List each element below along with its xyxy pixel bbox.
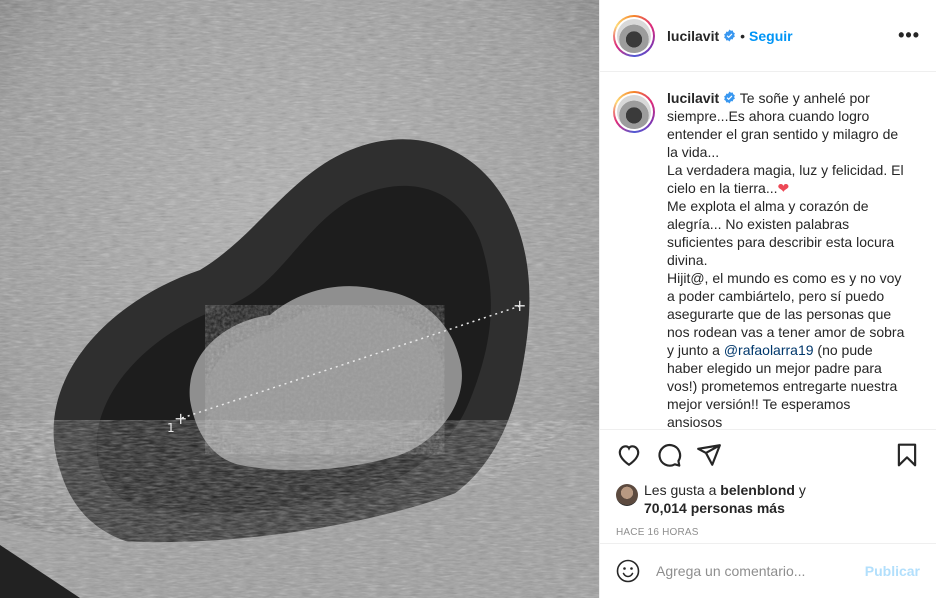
save-icon[interactable] (894, 442, 920, 468)
publish-button[interactable]: Publicar (865, 563, 920, 579)
liker-avatar[interactable] (616, 484, 638, 506)
svg-text:1: 1 (167, 421, 175, 435)
emoji-icon[interactable] (616, 559, 640, 583)
comment-bar: Publicar (600, 543, 936, 598)
svg-text:+: + (513, 296, 526, 315)
post-image[interactable]: + + 1 (0, 0, 599, 598)
heart-icon[interactable] (616, 442, 642, 468)
liker-username[interactable]: belenblond (720, 482, 795, 498)
author-username[interactable]: lucilavit (667, 28, 719, 44)
comment-input[interactable] (656, 563, 856, 579)
caption-text: lucilavit Te soñe y anhelé por siempre..… (667, 89, 909, 429)
verified-icon (724, 29, 736, 42)
caption-avatar[interactable] (613, 91, 655, 133)
comment-icon[interactable] (656, 442, 682, 468)
author-avatar[interactable] (613, 14, 655, 57)
more-options-button[interactable]: ••• (898, 25, 920, 46)
follow-button[interactable]: Seguir (749, 28, 793, 44)
svg-text:+: + (174, 409, 187, 428)
mention-link[interactable]: @rafaolarra19 (724, 342, 814, 358)
ultrasound-image: + + 1 (0, 0, 599, 598)
post-timestamp[interactable]: HACE 16 HORAS (616, 527, 920, 538)
separator-dot: • (740, 27, 746, 44)
caption-username[interactable]: lucilavit (667, 90, 719, 106)
likes-count[interactable]: 70,014 personas más (644, 500, 785, 516)
heart-emoji: ❤ (777, 180, 790, 196)
likes-prefix: Les gusta a (644, 482, 721, 498)
share-icon[interactable] (696, 442, 722, 468)
likes-mid: y (794, 482, 806, 498)
post-actions: Les gusta a belenblond y 70,014 personas … (600, 429, 936, 541)
caption-section: lucilavit Te soñe y anhelé por siempre..… (600, 73, 936, 429)
likes-summary: Les gusta a belenblond y 70,014 personas … (616, 481, 920, 517)
verified-icon (724, 91, 736, 104)
post-sidebar: lucilavit • Seguir ••• lucilavit Te soñe… (599, 0, 936, 598)
post-header: lucilavit • Seguir ••• (600, 0, 936, 72)
caption-body-2: Me explota el alma y corazón de alegría.… (667, 198, 905, 358)
